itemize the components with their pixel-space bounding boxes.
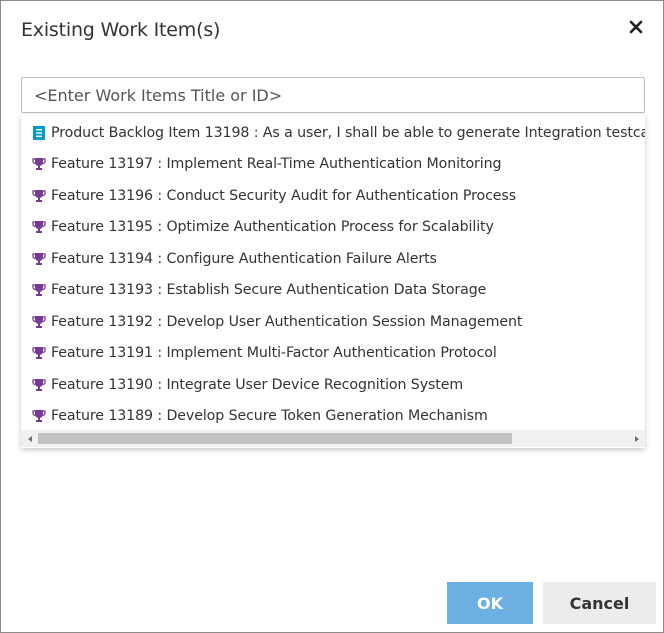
result-item[interactable]: Feature 13190 : Integrate User Device Re…	[21, 369, 645, 400]
existing-work-items-dialog: Existing Work Item(s) Product Backlog It…	[0, 0, 664, 633]
result-item[interactable]: Feature 13193 : Establish Secure Authent…	[21, 275, 645, 306]
trophy-icon	[31, 314, 47, 330]
trophy-icon	[31, 156, 47, 172]
close-icon[interactable]	[627, 18, 645, 36]
trophy-icon	[31, 377, 47, 393]
result-item-label: Feature 13194 : Configure Authentication…	[51, 250, 437, 267]
result-item-label: Feature 13193 : Establish Secure Authent…	[51, 282, 487, 298]
trophy-icon	[31, 345, 47, 361]
result-item[interactable]: Feature 13194 : Configure Authentication…	[21, 243, 645, 274]
cancel-button[interactable]: Cancel	[543, 582, 656, 624]
result-item[interactable]: Feature 13189 : Develop Secure Token Gen…	[21, 401, 645, 432]
result-item-label: Feature 13197 : Implement Real-Time Auth…	[51, 156, 502, 172]
search-results-dropdown: Product Backlog Item 13198 : As a user, …	[21, 114, 645, 448]
scroll-left-arrow-icon[interactable]	[21, 430, 38, 447]
result-item-label: Feature 13196 : Conduct Security Audit f…	[51, 187, 516, 204]
work-item-search-input[interactable]	[21, 77, 645, 113]
result-item[interactable]: Feature 13196 : Conduct Security Audit f…	[21, 180, 645, 211]
result-item[interactable]: Feature 13195 : Optimize Authentication …	[21, 212, 645, 243]
result-item[interactable]: Feature 13197 : Implement Real-Time Auth…	[21, 149, 645, 180]
trophy-icon	[31, 188, 47, 204]
scrollbar-thumb[interactable]	[38, 433, 512, 444]
result-item-label: Feature 13192 : Develop User Authenticat…	[51, 313, 523, 330]
result-item[interactable]: Product Backlog Item 13198 : As a user, …	[21, 117, 645, 148]
ok-button[interactable]: OK	[447, 582, 533, 624]
result-item[interactable]: Feature 13192 : Develop User Authenticat…	[21, 306, 645, 337]
result-item-label: Feature 13189 : Develop Secure Token Gen…	[51, 408, 488, 424]
scroll-right-arrow-icon[interactable]	[628, 430, 645, 447]
result-item-label: Feature 13191 : Implement Multi-Factor A…	[51, 345, 497, 361]
result-item[interactable]: Feature 13191 : Implement Multi-Factor A…	[21, 338, 645, 369]
trophy-icon	[31, 408, 47, 424]
dialog-title: Existing Work Item(s)	[21, 19, 221, 41]
result-item-label: Feature 13190 : Integrate User Device Re…	[51, 376, 464, 393]
trophy-icon	[31, 251, 47, 267]
result-item-label: Feature 13195 : Optimize Authentication …	[51, 219, 494, 235]
result-item-label: Product Backlog Item 13198 : As a user, …	[51, 124, 645, 141]
horizontal-scrollbar[interactable]	[21, 430, 645, 447]
trophy-icon	[31, 219, 47, 235]
trophy-icon	[31, 282, 47, 298]
backlog-item-icon	[31, 125, 47, 141]
